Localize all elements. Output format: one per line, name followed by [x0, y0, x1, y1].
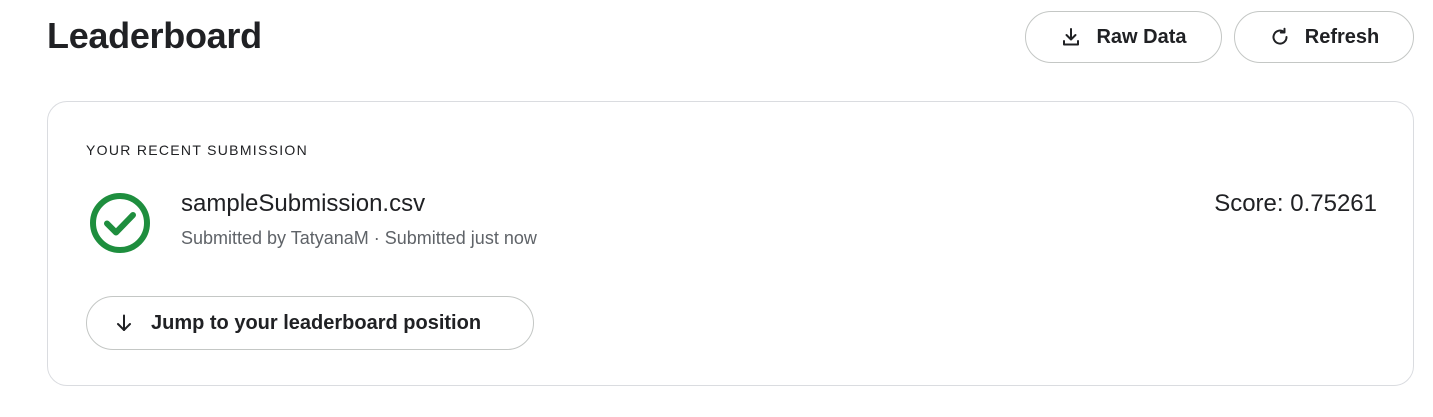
page-title: Leaderboard	[47, 15, 262, 56]
submission-meta: Submitted by TatyanaM · Submitted just n…	[181, 228, 537, 248]
recent-submission-card: YOUR RECENT SUBMISSION sampleSubmission.…	[47, 101, 1414, 386]
leaderboard-page: Leaderboard Raw Data Refresh YOUR RECENT…	[0, 0, 1433, 417]
raw-data-button[interactable]: Raw Data	[1025, 11, 1222, 63]
submission-score: Score: 0.75261	[1214, 190, 1377, 217]
section-label: YOUR RECENT SUBMISSION	[86, 142, 309, 158]
jump-to-position-button[interactable]: Jump to your leaderboard position	[86, 296, 534, 350]
download-icon	[1060, 26, 1082, 48]
raw-data-label: Raw Data	[1096, 25, 1187, 48]
refresh-label: Refresh	[1304, 25, 1380, 48]
check-circle-icon	[89, 192, 151, 254]
submission-file-name: sampleSubmission.csv	[181, 190, 426, 217]
refresh-button[interactable]: Refresh	[1234, 11, 1414, 63]
refresh-icon	[1269, 26, 1291, 48]
arrow-down-icon	[113, 312, 135, 334]
header-actions: Raw Data Refresh	[1025, 11, 1414, 63]
jump-label: Jump to your leaderboard position	[151, 311, 482, 334]
